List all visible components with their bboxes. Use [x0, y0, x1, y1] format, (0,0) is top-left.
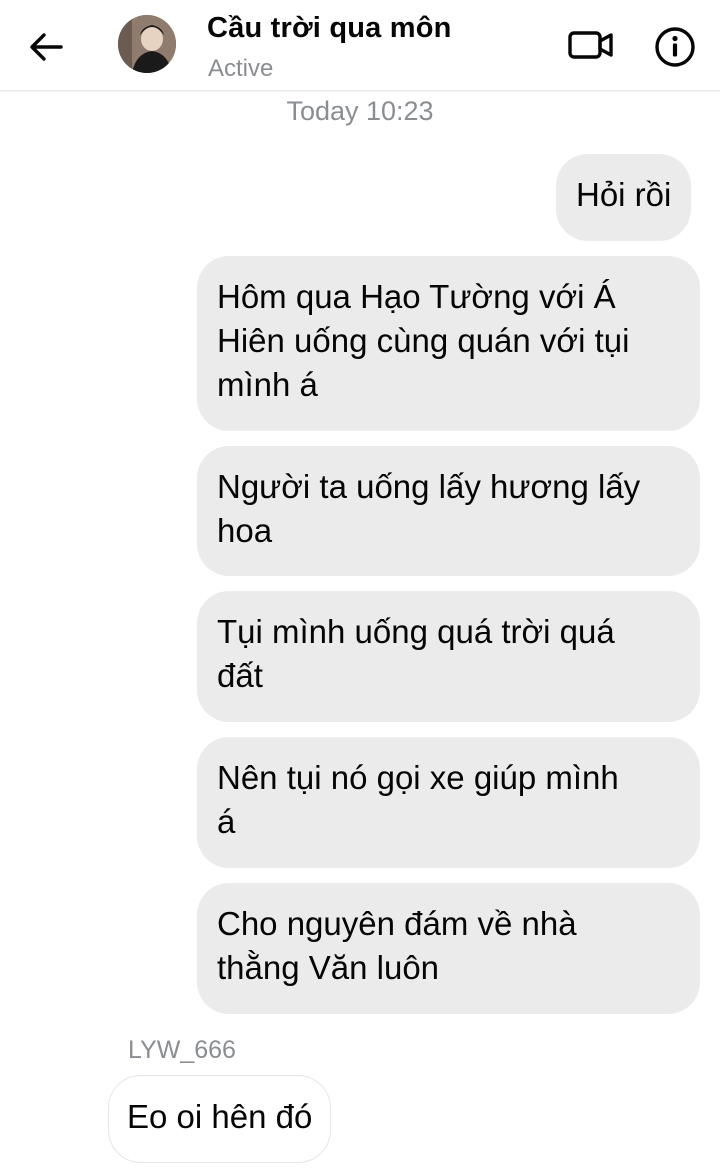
- incoming-message-bubble[interactable]: Eo oi hên đó: [108, 1075, 332, 1163]
- message-line: thằng Văn luôn: [217, 949, 440, 986]
- message-timestamp: Today 10:23: [286, 96, 434, 126]
- message-line: Người ta uống lấy hương lấy: [217, 468, 641, 505]
- message-line: Hôm qua Hạo Tường với Á: [217, 278, 616, 315]
- info-icon: [655, 27, 695, 67]
- outgoing-message-bubble[interactable]: Tụi mình uống quá trời quá đất: [197, 591, 700, 722]
- outgoing-message-bubble[interactable]: Nên tụi nó gọi xe giúp mình á: [197, 737, 700, 868]
- outgoing-message-bubble[interactable]: Hôm qua Hạo Tường với Á Hiên uống cùng q…: [197, 256, 700, 431]
- outgoing-message-bubble[interactable]: Cho nguyên đám về nhà thằng Văn luôn: [197, 883, 700, 1014]
- info-button[interactable]: [652, 24, 698, 70]
- sender-name: LYW_666: [128, 1036, 236, 1064]
- message-line: đất: [217, 657, 263, 694]
- back-button[interactable]: [22, 26, 70, 68]
- message-line: mình á: [217, 366, 318, 403]
- message-line: Hiên uống cùng quán với tụi: [217, 322, 630, 359]
- message-line: Tụi mình uống quá trời quá: [217, 613, 615, 650]
- avatar-image: [118, 15, 176, 73]
- video-call-button[interactable]: [564, 24, 618, 66]
- contact-name[interactable]: Cầu trời qua môn: [207, 12, 452, 45]
- contact-status: Active: [208, 55, 274, 82]
- message-line: á: [217, 803, 236, 840]
- message-line: Nên tụi nó gọi xe giúp mình: [217, 759, 619, 796]
- outgoing-message-bubble[interactable]: Hỏi rồi: [556, 154, 692, 241]
- arrow-left-icon: [30, 33, 63, 61]
- message-line: Cho nguyên đám về nhà: [217, 905, 577, 942]
- contact-avatar[interactable]: [118, 15, 176, 73]
- message-line: hoa: [217, 512, 273, 549]
- message-line: Hỏi rồi: [576, 176, 672, 213]
- outgoing-message-bubble[interactable]: Người ta uống lấy hương lấy hoa: [197, 446, 700, 576]
- message-line: Eo oi hên đó: [127, 1098, 313, 1135]
- video-camera-icon: [568, 31, 613, 59]
- chat-header: Cầu trời qua môn Active: [0, 0, 720, 92]
